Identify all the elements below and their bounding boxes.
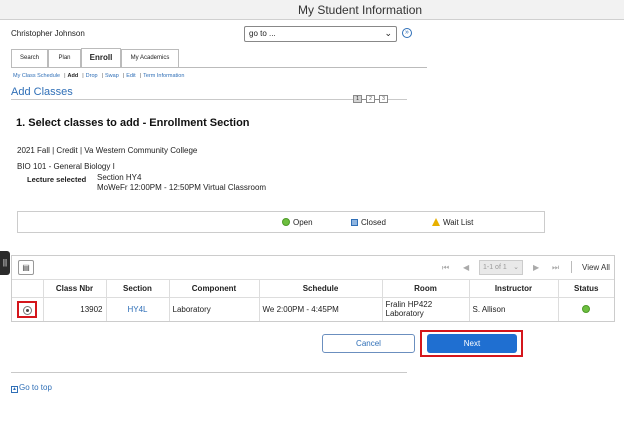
next-page-icon[interactable]: ▶: [533, 263, 539, 272]
page-range-value: 1-1 of 1: [483, 264, 507, 271]
chevron-down-icon: ⌄: [513, 264, 519, 271]
radio-highlight: [17, 300, 38, 318]
go-to-top-link[interactable]: ▲ Go to top: [11, 383, 52, 393]
tab-my-academics[interactable]: My Academics: [121, 49, 179, 67]
subnav-drop[interactable]: Drop: [86, 73, 98, 79]
open-status-icon: [582, 304, 591, 313]
room-line-2: Laboratory: [385, 309, 424, 319]
lecture-selected-label: Lecture selected: [27, 175, 87, 184]
schedule-cell: We 2:00PM - 4:45PM: [259, 297, 383, 321]
subnav-swap[interactable]: Swap: [105, 73, 119, 79]
subnav-term-information[interactable]: Term Information: [143, 73, 184, 79]
step-2: 2: [366, 95, 375, 103]
open-status-icon: [282, 218, 290, 226]
tab-search[interactable]: Search: [11, 49, 48, 67]
column-header-room: Room: [382, 280, 470, 298]
first-page-icon[interactable]: ⏮: [442, 263, 449, 273]
lecture-schedule: MoWeFr 12:00PM - 12:50PM Virtual Classro…: [97, 183, 267, 192]
title-divider: [11, 99, 407, 100]
legend-closed-label: Closed: [361, 218, 386, 227]
column-header-component: Component: [169, 280, 260, 298]
tab-enroll[interactable]: Enroll: [81, 48, 121, 67]
column-header-section: Section: [106, 280, 170, 298]
class-grid: ▤ ⏮ ◀ 1-1 of 1 ⌄ ▶ ⏭ View All Class Nbr …: [11, 255, 615, 322]
step-1: 1: [353, 95, 362, 103]
personalize-grid-icon[interactable]: ▤: [18, 260, 34, 275]
table-row[interactable]: 13902 HY4L Laboratory We 2:00PM - 4:45PM…: [12, 297, 614, 321]
chevron-down-icon: ⌄: [384, 28, 392, 38]
legend-open: Open: [282, 218, 313, 227]
column-header-select: [12, 280, 44, 298]
user-name: Christopher Johnson: [11, 29, 85, 38]
legend-closed: Closed: [351, 218, 386, 227]
table-header-row: Class Nbr Section Component Schedule Roo…: [12, 280, 614, 298]
closed-status-icon: [351, 219, 358, 226]
room-cell: Fralin HP422 Laboratory: [382, 297, 470, 321]
subnav-separator: |: [101, 73, 104, 79]
legend-open-label: Open: [293, 218, 313, 227]
legend-waitlist-label: Wait List: [443, 218, 474, 227]
room-line-1: Fralin HP422: [385, 300, 433, 310]
column-header-schedule: Schedule: [259, 280, 383, 298]
section-link[interactable]: HY4L: [106, 297, 170, 321]
column-header-status: Status: [558, 280, 614, 298]
subnav-separator: |: [122, 73, 125, 79]
page-title: Add Classes: [11, 86, 73, 98]
subnav-my-class-schedule[interactable]: My Class Schedule: [13, 73, 60, 79]
classes-table: Class Nbr Section Component Schedule Roo…: [12, 280, 614, 321]
go-to-top-label: Go to top: [19, 383, 52, 392]
app-title: My Student Information: [298, 3, 423, 17]
class-select-radio[interactable]: [23, 305, 33, 315]
page-range-select[interactable]: 1-1 of 1 ⌄: [479, 260, 523, 275]
side-panel-handle[interactable]: ||: [0, 251, 10, 275]
select-cell: [12, 297, 44, 321]
instructor-cell: S. Allison: [469, 297, 559, 321]
goto-select[interactable]: go to ... ⌄: [244, 26, 397, 42]
class-nbr-cell: 13902: [43, 297, 107, 321]
last-page-icon[interactable]: ⏭: [552, 263, 559, 273]
next-button[interactable]: Next: [427, 334, 517, 353]
section-heading: 1. Select classes to add - Enrollment Se…: [16, 117, 250, 129]
tabs-divider: [11, 67, 427, 68]
status-legend: Open Closed Wait List: [17, 211, 545, 233]
tab-plan[interactable]: Plan: [48, 49, 81, 67]
course-title: BIO 101 - General Biology I: [17, 162, 115, 171]
subnav-separator: |: [64, 73, 66, 79]
go-arrow-icon[interactable]: »: [402, 28, 412, 38]
subnav-separator: |: [139, 73, 142, 79]
legend-waitlist: Wait List: [432, 218, 473, 227]
grid-toolbar: ▤ ⏮ ◀ 1-1 of 1 ⌄ ▶ ⏭ View All: [12, 256, 614, 280]
goto-select-value: go to ...: [249, 29, 276, 38]
subnav-add[interactable]: Add: [68, 73, 79, 79]
step-3: 3: [379, 95, 388, 103]
component-cell: Laboratory: [169, 297, 260, 321]
cancel-button[interactable]: Cancel: [322, 334, 415, 353]
lecture-section: Section HY4: [97, 173, 142, 182]
status-cell: [558, 297, 614, 321]
term-info: 2021 Fall | Credit | Va Western Communit…: [17, 146, 198, 155]
waitlist-status-icon: [432, 218, 440, 226]
subnav-separator: |: [82, 73, 84, 79]
arrow-up-icon: ▲: [11, 386, 18, 393]
view-all-link[interactable]: View All: [582, 263, 610, 272]
header-banner: My Student Information: [0, 0, 624, 20]
subnav-edit[interactable]: Edit: [126, 73, 135, 79]
footer-divider: [11, 372, 407, 373]
toolbar-separator: [571, 261, 572, 273]
enroll-subnav: My Class Schedule | Add | Drop | Swap | Edit | Ter…: [13, 73, 186, 79]
previous-page-icon[interactable]: ◀: [463, 263, 469, 272]
column-header-instructor: Instructor: [469, 280, 559, 298]
column-header-class-nbr: Class Nbr: [43, 280, 107, 298]
